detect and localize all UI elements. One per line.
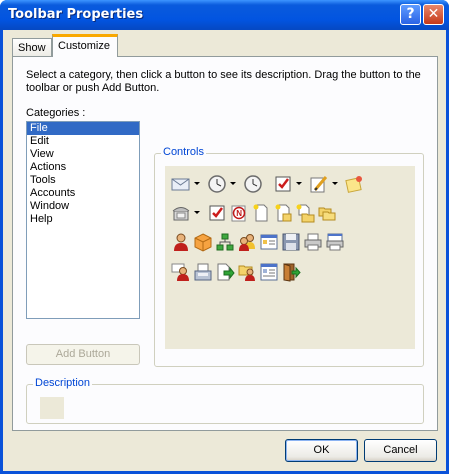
no-entry-note-icon[interactable]: N: [229, 203, 249, 223]
category-item-help[interactable]: Help: [27, 213, 139, 226]
ok-button[interactable]: OK: [285, 439, 358, 462]
folder-user-icon[interactable]: [237, 262, 257, 282]
form-card-icon[interactable]: [259, 232, 279, 252]
clock-icon[interactable]: [243, 174, 263, 194]
controls-row-3: [171, 231, 347, 253]
title-bar[interactable]: Toolbar Properties ? ✕: [0, 0, 449, 30]
document-view-icon[interactable]: [259, 262, 279, 282]
description-group-label: Description: [33, 377, 93, 389]
phone-dropdown-arrow-icon[interactable]: [193, 203, 201, 223]
category-item-view[interactable]: View: [27, 148, 139, 161]
help-button[interactable]: ?: [400, 4, 421, 25]
cancel-button[interactable]: Cancel: [364, 439, 437, 462]
controls-row-4: [171, 261, 303, 283]
add-button[interactable]: Add Button: [26, 344, 140, 365]
new-document-star-icon[interactable]: [273, 203, 293, 223]
categories-listbox[interactable]: File Edit View Actions Tools Accounts Wi…: [26, 121, 140, 319]
controls-row-2: N: [171, 202, 339, 224]
category-item-tools[interactable]: Tools: [27, 174, 139, 187]
category-item-edit[interactable]: Edit: [27, 135, 139, 148]
close-button[interactable]: ✕: [423, 4, 444, 25]
controls-area: N: [165, 166, 415, 349]
door-exit-icon[interactable]: [281, 262, 301, 282]
document-arrow-icon[interactable]: [215, 262, 235, 282]
dialog-client-area: Show Customize Select a category, then c…: [3, 30, 446, 471]
user-icon[interactable]: [171, 232, 191, 252]
instructions-text: Select a category, then click a button t…: [26, 69, 421, 94]
users-icon[interactable]: [237, 232, 257, 252]
task-check-icon[interactable]: [273, 174, 293, 194]
category-item-window[interactable]: Window: [27, 200, 139, 213]
description-group: Description: [26, 377, 424, 424]
task-dropdown-arrow-icon[interactable]: [295, 174, 303, 194]
clock-dropdown-arrow-icon[interactable]: [229, 174, 237, 194]
svg-text:N: N: [236, 209, 242, 218]
controls-row-1: [171, 173, 367, 195]
customize-tab-panel: Select a category, then click a button t…: [12, 56, 438, 431]
description-preview: [40, 397, 64, 419]
clock-icon[interactable]: [207, 174, 227, 194]
org-chart-icon[interactable]: [215, 232, 235, 252]
folders-icon[interactable]: [317, 203, 337, 223]
new-document-icon[interactable]: [251, 203, 271, 223]
pencil-note-icon[interactable]: [309, 174, 329, 194]
category-item-actions[interactable]: Actions: [27, 161, 139, 174]
task-check-icon[interactable]: [207, 203, 227, 223]
controls-group: Controls N: [154, 146, 424, 367]
user-card-icon[interactable]: [171, 262, 191, 282]
printer-preview-icon[interactable]: [325, 232, 345, 252]
envelope-icon[interactable]: [171, 174, 191, 194]
note-pin-icon[interactable]: [345, 174, 365, 194]
package-icon[interactable]: [193, 232, 213, 252]
toolbar-properties-window: Toolbar Properties ? ✕ Show Customize Se…: [0, 0, 449, 474]
envelope-dropdown-arrow-icon[interactable]: [193, 174, 201, 194]
tab-show[interactable]: Show: [12, 38, 52, 57]
controls-group-label: Controls: [161, 146, 206, 158]
printer-icon[interactable]: [303, 232, 323, 252]
category-item-accounts[interactable]: Accounts: [27, 187, 139, 200]
category-item-file[interactable]: File: [27, 122, 139, 135]
note-dropdown-arrow-icon[interactable]: [331, 174, 339, 194]
new-folder-document-icon[interactable]: [295, 203, 315, 223]
floppy-save-icon[interactable]: [281, 232, 301, 252]
categories-label: Categories :: [26, 107, 86, 119]
window-title: Toolbar Properties: [8, 7, 144, 22]
phone-icon[interactable]: [171, 203, 191, 223]
fax-icon[interactable]: [193, 262, 213, 282]
tab-customize[interactable]: Customize: [52, 34, 118, 57]
